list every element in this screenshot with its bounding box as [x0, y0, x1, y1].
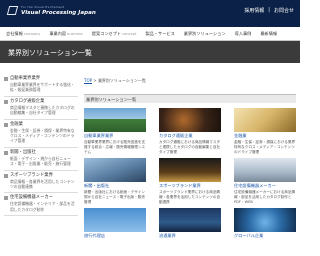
sidebar-item-desc: 紙面・デザイン・規から自社ニュース・電子・出版業・販売・施行管理 — [10, 155, 71, 167]
solution-card-travel[interactable]: 旅行代理店 — [84, 208, 146, 239]
card-thumbnail-catalog[interactable] — [159, 108, 221, 132]
sidebar-item-housing[interactable]: 住宅設備機器メーカー 住宅設備機器・インテリア・部品を活用したカタログ制作 — [4, 193, 78, 217]
card-thumbnail-car[interactable] — [84, 108, 146, 132]
nav-label: 事業内容 — [49, 30, 67, 36]
nav-label: 製品・サービス — [145, 30, 175, 36]
sidebar-item-automotive[interactable]: 自動車業界業界 自動車業界業界をサポートする強化・拡・販促業務管理 — [4, 74, 78, 97]
card-title[interactable]: 新聞・出版社 — [84, 183, 146, 189]
link-separator: | — [268, 7, 270, 13]
header-bar: For the Visual Excitement Visual Process… — [0, 0, 300, 27]
solution-card-sports[interactable]: スポーツブランド業界 スポーツブランド業界における商品情報・各業界を活用したコン… — [159, 158, 221, 205]
solution-card-global[interactable]: グローバル企業 — [234, 208, 296, 239]
sidebar: 自動車業界業界 自動車業界業界をサポートする強化・拡・販促業務管理 カタログ通販… — [4, 74, 78, 217]
sidebar-item-sports[interactable]: スポーツブランド業界 商品情報・各業界を活用したコンテンツの自動連携 — [4, 171, 78, 194]
card-thumbnail-publishing[interactable] — [84, 158, 146, 182]
card-desc: 住宅設備機器メーカーにおける商品情報・部品を活用したカタログ制作とPDF・WEB — [234, 190, 296, 204]
nav-label: 会社情報 — [6, 30, 23, 36]
nav-label: 導入事例 — [234, 30, 252, 36]
card-thumbnail-finance[interactable] — [234, 108, 296, 132]
solution-card-publishing[interactable]: 新聞・出版社 新聞・出版社における紙面・デザイン規から自社ニュース・電子出版・販… — [84, 158, 146, 205]
recruit-link[interactable]: 採用情報 — [244, 7, 264, 14]
solution-card-catalog[interactable]: カタログ通販企業 カタログ通販における商品情報マスタと連携したカタログの自動編集… — [159, 108, 221, 155]
nav-item-products[interactable]: 製品・サービス — [145, 31, 174, 37]
bullet-icon — [4, 150, 8, 155]
nav-sub-label: concept — [122, 31, 137, 36]
nav-label: 最新情報 — [260, 30, 278, 36]
nav-item-cases[interactable]: 導入事例 — [235, 31, 252, 37]
card-title[interactable]: 金融業 — [234, 133, 296, 139]
nav-item-company[interactable]: 会社情報company — [6, 31, 40, 37]
card-title[interactable]: 流通業界 — [159, 233, 221, 239]
solution-card-automotive[interactable]: 自動車業界業界 自動車業界業界における販売促進を支援する統合・広報・販売情報管理… — [84, 108, 146, 155]
solution-card-finance[interactable]: 金融業 金融・生保・証券・損保における業界特有なクロス・メディア・コンテンツのド… — [234, 108, 296, 155]
card-desc: カタログ通販における商品情報マスタと連携したカタログの自動編集と自社タイプ管理 — [159, 140, 221, 154]
breadcrumb-current: 業界別ソリューション一覧 — [97, 78, 146, 83]
card-title[interactable]: 自動車業界業界 — [84, 133, 146, 139]
section-title: 業界別ソリューション一覧 — [86, 96, 137, 102]
bullet-icon — [4, 173, 8, 178]
sidebar-item-desc: 商品情報・各業界を活用したコンテンツの自動連携 — [10, 178, 75, 190]
card-desc: 金融・生保・証券・損保における業界特有なクロス・メディア・コンテンツのドライプ管… — [234, 140, 296, 154]
title-band: 業界別ソリューション一覧 — [0, 41, 300, 63]
sidebar-item-desc: 住宅設備機器・インテリア・部品を活用したカタログ制作 — [10, 201, 75, 212]
logo-tagline: For the Visual Excitement — [21, 5, 65, 9]
page-title: 業界別ソリューション一覧 — [8, 49, 92, 57]
card-title[interactable]: グローバル企業 — [234, 233, 296, 239]
main-nav: 会社情報company 事業内容business 提案コンセプトconcept … — [0, 27, 300, 41]
card-thumbnail-sports[interactable] — [159, 158, 221, 182]
card-desc: 新聞・出版社における紙面・デザイン規から自社ニュース・電子出版・販売管理 — [84, 190, 146, 204]
sidebar-item-finance[interactable]: 金融業 金融・生保・証券・損保・業界特有なクロス・メディア・コンテンツのドライプ… — [4, 120, 78, 148]
contact-link[interactable]: お問合せ — [274, 7, 294, 14]
card-title[interactable]: 住宅設備機器メーカー — [234, 183, 296, 189]
sidebar-item-catalog[interactable]: カタログ通販企業 商品情報マスタと連携したカタログの自動編集・自社タイプ管理 — [4, 97, 78, 120]
breadcrumb: TOP > 業界別ソリューション一覧 — [84, 78, 146, 84]
sidebar-item-desc: 自動車業界業界をサポートする強化・拡・販促業務管理 — [10, 82, 75, 93]
bullet-icon — [4, 99, 8, 104]
breadcrumb-home-link[interactable]: TOP — [84, 78, 92, 83]
solution-card-housing[interactable]: 住宅設備機器メーカー 住宅設備機器メーカーにおける商品情報・部品を活用したカタロ… — [234, 158, 296, 205]
logo-mark-icon — [6, 6, 19, 15]
section-header: 業界別ソリューション一覧 — [84, 94, 296, 103]
sidebar-item-publishing[interactable]: 新聞・出版社 紙面・デザイン・規から自社ニュース・電子・出版業・販売・施行管理 — [4, 148, 78, 171]
solution-card-retail[interactable]: 流通業界 — [159, 208, 221, 239]
breadcrumb-separator: > — [93, 78, 97, 83]
sidebar-item-desc: 金融・生保・証券・損保・業界特有なクロス・メディア・コンテンツのドライプ管理 — [10, 127, 75, 144]
header-links: 採用情報 | お問合せ — [244, 7, 294, 14]
nav-item-solutions[interactable]: 業界別ソリューション — [184, 31, 226, 37]
card-desc: 自動車業界業界における販売促進を支援する統合・広報・販売情報管理システム — [84, 140, 146, 154]
logo-name: Visual Processing Japan — [21, 10, 96, 16]
card-desc: スポーツブランド業界における商品情報・各業界を活用したコンテンツの自動連携 — [159, 190, 221, 204]
nav-item-business[interactable]: 事業内容business — [49, 31, 82, 37]
card-thumbnail-travel[interactable] — [84, 208, 146, 232]
nav-sub-label: business — [67, 31, 83, 36]
sidebar-item-desc: 商品情報マスタと連携したカタログの自動編集・自社タイプ管理 — [10, 104, 75, 116]
card-thumbnail-global[interactable] — [234, 208, 296, 232]
nav-label: 業界別ソリューション — [183, 30, 226, 36]
nav-label: 提案コンセプト — [91, 30, 122, 36]
card-thumbnail-housing[interactable] — [234, 158, 296, 182]
card-title[interactable]: 旅行代理店 — [84, 233, 146, 239]
bullet-icon — [4, 77, 8, 81]
card-thumbnail-retail[interactable] — [159, 208, 221, 232]
nav-sub-label: company — [23, 31, 41, 36]
nav-item-news[interactable]: 最新情報 — [260, 31, 277, 37]
bullet-icon — [4, 196, 8, 201]
card-title[interactable]: スポーツブランド業界 — [159, 183, 221, 189]
card-title[interactable]: カタログ通販企業 — [159, 133, 221, 139]
nav-item-concept[interactable]: 提案コンセプトconcept — [92, 31, 137, 37]
bullet-icon — [4, 122, 8, 127]
